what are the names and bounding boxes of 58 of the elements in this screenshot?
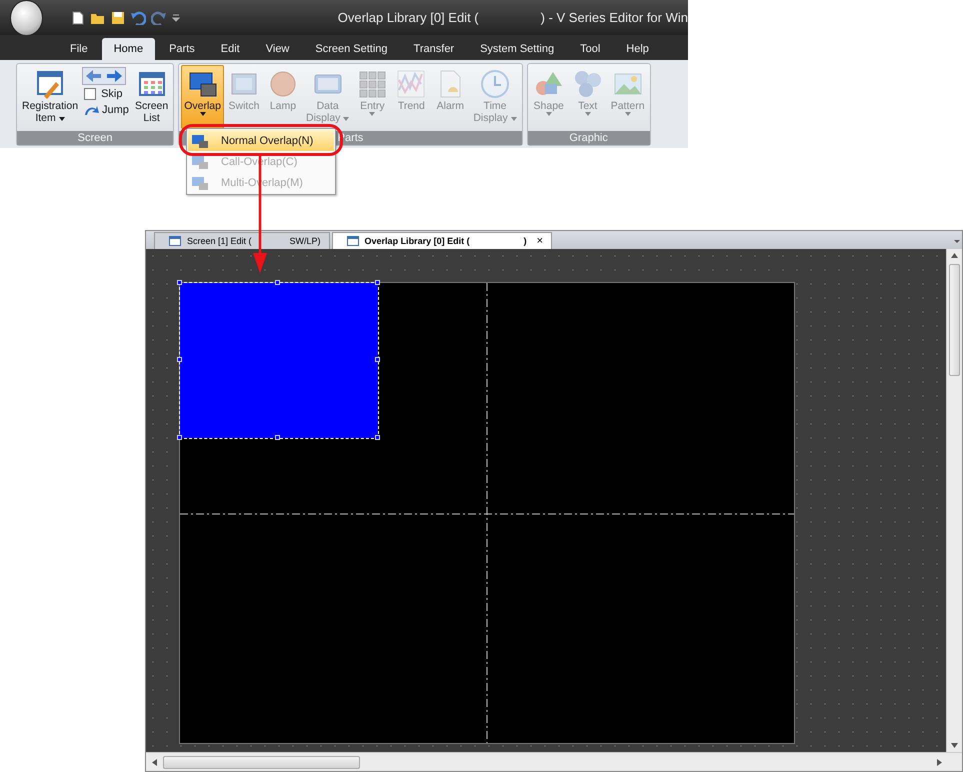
ribbon-button[interactable]: Jump (82, 103, 131, 117)
caret-icon (58, 117, 65, 121)
selected-overlap-rectangle[interactable] (177, 280, 381, 441)
ribbon-tab[interactable]: Tool (568, 38, 612, 60)
scroll-thumb[interactable] (163, 756, 360, 768)
scroll-up-icon[interactable] (951, 253, 958, 258)
ribbon-button[interactable]: Registration Item (19, 65, 82, 129)
ribbon-button[interactable]: Overlap (181, 65, 224, 129)
scroll-down-icon[interactable] (951, 743, 958, 748)
tab-label: SW/LP) (290, 236, 321, 246)
left-right-arrows-icon[interactable] (82, 67, 126, 85)
tab-label: ) (524, 236, 527, 246)
overlapping-windows-icon (191, 132, 209, 148)
tab-label: Overlap Library [0] Edit ( (364, 236, 470, 246)
scroll-right-icon[interactable] (937, 758, 942, 766)
redo-icon[interactable] (150, 10, 167, 24)
ribbon-tab[interactable]: Screen Setting (303, 38, 400, 60)
caret-icon (546, 112, 552, 116)
ribbon-tab[interactable]: Transfer (402, 38, 466, 60)
ribbon-tab[interactable]: Home (102, 38, 156, 60)
vertical-scrollbar[interactable] (946, 249, 962, 752)
close-button[interactable]: × (536, 235, 544, 247)
horizontal-scrollbar[interactable] (146, 752, 962, 771)
caret-icon (369, 112, 376, 116)
document-tab[interactable]: Overlap Library [0] Edit ( ) × (332, 232, 552, 249)
document-icon (169, 236, 181, 246)
curved-arrow-icon (84, 104, 100, 116)
scroll-thumb[interactable] (949, 264, 960, 376)
group-label: Graphic (528, 131, 650, 145)
document-icon (346, 236, 359, 246)
ribbon-button[interactable]: Screen List (132, 65, 172, 129)
caret-icon (200, 112, 206, 116)
window-title: Overlap Library [0] Edit ( ) - V Series Editor for Win (338, 10, 688, 25)
customize-dropdown-icon[interactable] (172, 14, 180, 22)
caret-icon (343, 117, 350, 121)
ribbon-tab[interactable]: System Setting (468, 38, 566, 60)
group-label: Screen (17, 131, 174, 145)
ribbon-tab[interactable]: Parts (157, 38, 207, 60)
caret-icon (510, 117, 517, 121)
ribbon-tab[interactable]: Help (614, 38, 661, 60)
scroll-left-icon[interactable] (152, 758, 157, 766)
overlapping-windows-icon (191, 174, 209, 190)
ribbon-tab[interactable]: View (254, 38, 302, 60)
ribbon-tab[interactable]: File (58, 38, 100, 60)
save-icon[interactable] (110, 10, 125, 24)
clock-icon (479, 68, 512, 100)
undo-icon[interactable] (130, 10, 146, 24)
ribbon-tab[interactable]: Edit (208, 38, 252, 60)
new-file-icon[interactable] (70, 10, 85, 24)
application-button[interactable] (10, 0, 43, 36)
overlapping-windows-icon (191, 154, 209, 170)
tab-label: Screen [1] Edit ( (187, 236, 252, 246)
skip-checkbox[interactable]: Skip (82, 87, 131, 101)
caret-icon (624, 112, 631, 116)
trend-chart-icon (395, 68, 428, 100)
document-tab[interactable]: Screen [1] Edit ( SW/LP) (154, 232, 330, 249)
caret-icon (584, 112, 591, 116)
menu-item[interactable]: Normal Overlap(N) (188, 130, 334, 151)
